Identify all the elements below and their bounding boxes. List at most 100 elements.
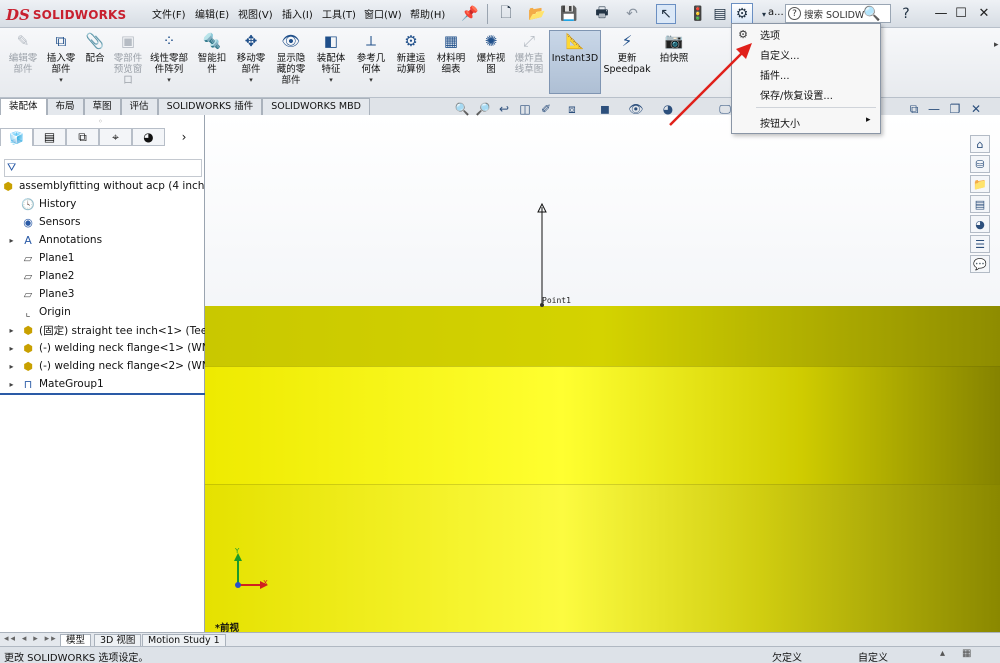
tab-assembly[interactable]: 装配体 [0,98,47,115]
linear-pattern-button[interactable]: ⁘ 线性零部 件阵列 ▾ [146,31,192,95]
forum-icon[interactable]: 💬 [970,255,990,273]
search-icon[interactable]: 🔍 [862,4,882,24]
pin-icon[interactable]: 📌 [460,4,480,24]
zoom-area-icon[interactable]: 🔎 [474,101,492,117]
save-icon[interactable]: 💾 [559,4,579,24]
tree-rollback-bar[interactable] [0,393,205,395]
options-gear-button[interactable]: ⚙ [731,3,753,25]
minimize-window-button[interactable]: — [932,5,950,21]
expand-arrow-icon[interactable]: ▸ [3,344,20,353]
tree-filter-input[interactable]: ⛛ [4,159,202,177]
close-doc-icon[interactable]: ✕ [967,101,985,117]
toolbar-separator [487,4,488,24]
menu-view[interactable]: 视图(V) [238,6,273,21]
tab-scroll-arrows-icon[interactable]: ◂◂ ◂ ▸ ▸▸ [4,634,58,644]
select-cursor-icon[interactable]: ↖ [656,4,676,24]
move-component-button[interactable]: ✥ 移动零 部件 ▾ [232,31,270,95]
menu-window[interactable]: 窗口(W) [364,6,402,21]
view-orientation-icon[interactable]: ⧈ [563,101,581,117]
tree-item[interactable]: 🕓 History [0,195,205,213]
tree-item[interactable]: ▸ ⬢ (固定) straight tee inch<1> (Tee Ir [0,321,205,339]
help-icon[interactable]: ? [896,4,916,24]
open-icon[interactable]: 📂 [527,4,547,24]
tree-item[interactable]: ▱ Plane3 [0,285,205,303]
previous-view-icon[interactable]: ↩ [495,101,513,117]
status-settings-icon[interactable]: ▦ [962,648,971,659]
hide-show-items-icon[interactable]: 👁 [627,101,645,117]
close-window-button[interactable]: ✕ [975,5,993,21]
tab-layout[interactable]: 布局 [46,98,84,115]
z-axis-icon [235,582,241,588]
dynamic-annotation-icon[interactable]: ✐ [537,101,555,117]
tree-item[interactable]: ▱ Plane1 [0,249,205,267]
reference-geometry-button[interactable]: ⟂ 参考几 何体 ▾ [352,31,390,95]
zoom-to-fit-icon[interactable]: 🔍 [453,101,471,117]
panel-grip-icon[interactable]: ◦ [98,117,103,126]
assembly-features-button[interactable]: ◧ 装配体 特征 ▾ [312,31,350,95]
insert-component-button[interactable]: ⧉ 插入零 部件 ▾ [42,31,80,95]
tree-item[interactable]: ▸ ⬢ (-) welding neck flange<1> (WNe [0,339,205,357]
tree-item-label: Plane2 [39,270,75,282]
graphics-viewport[interactable]: Y X Point1 *前视 [205,115,1000,632]
status-unit-system[interactable]: 自定义 [858,649,888,663]
dimxpert-tab-icon[interactable]: ⌖ [99,128,132,146]
explode-line-sketch-button[interactable]: ⤢ 爆炸直 线草图 [510,31,548,95]
expand-arrow-icon[interactable]: ▸ [3,362,20,371]
new-document-icon[interactable]: 🗋 [496,4,516,24]
ribbon-scroll-arrow-icon[interactable]: ▸ [994,40,999,50]
configuration-manager-tab-icon[interactable]: ⧉ [66,128,99,146]
property-manager-tab-icon[interactable]: ▤ [33,128,66,146]
expand-arrow-icon[interactable]: ▸ [3,380,20,389]
display-style-icon[interactable]: ◼ [596,101,614,117]
solidworks-resources-icon[interactable]: ⌂ [970,135,990,153]
minimize-doc-icon[interactable]: — [925,101,943,117]
panel-tabs-next-icon[interactable]: › [165,128,203,146]
tree-item-label: assemblyfitting without acp (4 inch<4 [19,180,205,192]
smart-fasteners-button[interactable]: 🔩 智能扣 件 [193,31,231,95]
print-icon[interactable]: 🖶 [592,4,612,24]
expand-arrow-icon[interactable]: ▸ [3,236,20,245]
file-properties-icon[interactable]: ▤ [710,4,730,24]
edit-component-button[interactable]: ✎ 编辑零 部件 [4,31,42,95]
menu-file[interactable]: 文件(F) [152,6,186,21]
status-chevron-up-icon[interactable]: ▴ [940,648,945,659]
tree-item[interactable]: ▸ ⬢ (-) welding neck flange<2> (WNe [0,357,205,375]
restore-doc-icon[interactable]: ❐ [946,101,964,117]
tab-sketch[interactable]: 草图 [83,98,121,115]
tree-item[interactable]: ◉ Sensors [0,213,205,231]
feature-manager-tab-icon[interactable]: 🧊 [0,128,33,146]
menu-help[interactable]: 帮助(H) [410,6,445,21]
tab-evaluate[interactable]: 评估 [120,98,158,115]
solidworks-logo[interactable]: DS SOLIDWORKS [6,4,130,26]
custom-properties-icon[interactable]: ☰ [970,235,990,253]
restore-viewport-icon[interactable]: ⧉ [905,101,923,117]
bill-of-materials-button[interactable]: ▦ 材料明 细表 [432,31,470,95]
traffic-light-icon[interactable]: 🚦 [688,4,708,24]
tree-item[interactable]: ▸ A Annotations [0,231,205,249]
update-speedpak-button[interactable]: ⚡ 更新 Speedpak [603,31,650,95]
section-view-icon[interactable]: ◫ [516,101,534,117]
cmd-label: 爆炸视 图 [476,53,506,75]
component-preview-button[interactable]: ▣ 零部件 预览窗 口 [110,31,146,95]
menu-edit[interactable]: 编辑(E) [195,6,229,21]
logo-name: SOLIDWORKS [32,8,127,22]
tree-item[interactable]: ⌞ Origin [0,303,205,321]
tree-root-assembly[interactable]: ⬢ assemblyfitting without acp (4 inch<4 [0,177,205,195]
tree-item[interactable]: ▱ Plane2 [0,267,205,285]
maximize-window-button[interactable]: ☐ [952,5,970,21]
menu-tools[interactable]: 工具(T) [322,6,356,21]
view-palette-icon[interactable]: ▤ [970,195,990,213]
design-library-icon[interactable]: ⛁ [970,155,990,173]
expand-arrow-icon[interactable]: ▸ [3,326,20,335]
show-hidden-components-button[interactable]: 👁 显示隐 藏的零 部件 [272,31,310,95]
undo-icon[interactable]: ↶ [622,4,642,24]
new-motion-study-button[interactable]: ⚙ 新建运 动算例 [392,31,430,95]
menu-insert[interactable]: 插入(I) [282,6,313,21]
appearances-icon[interactable]: ◕ [970,215,990,233]
tree-item[interactable]: ▸ ⊓ MateGroup1 [0,375,205,393]
display-manager-tab-icon[interactable]: ◕ [132,128,165,146]
file-explorer-icon[interactable]: 📁 [970,175,990,193]
instant3d-button[interactable]: 📐 Instant3D [549,30,601,94]
mate-button[interactable]: 📎 配合 [80,31,110,95]
exploded-view-button[interactable]: ✺ 爆炸视 图 [472,31,510,95]
